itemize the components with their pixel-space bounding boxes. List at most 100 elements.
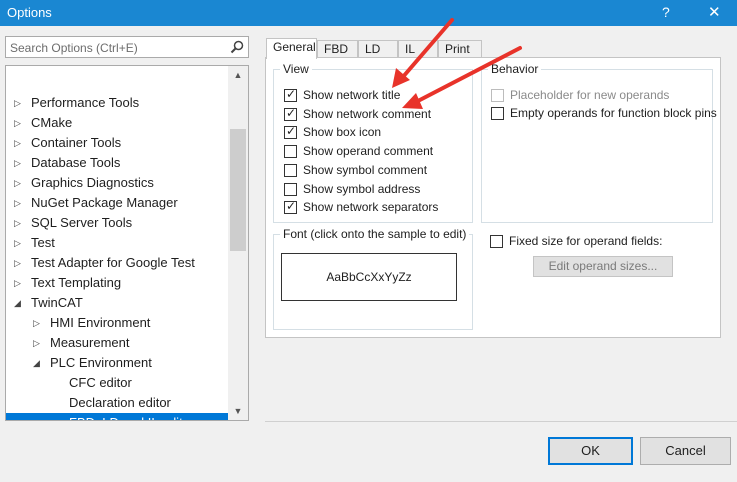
- tree-item[interactable]: ▷ Graphics Diagnostics: [6, 173, 228, 193]
- expand-arrow-icon[interactable]: ▷: [14, 273, 24, 293]
- option-label: Show symbol comment: [303, 162, 428, 177]
- ok-button[interactable]: OK: [548, 437, 633, 465]
- checkmark-icon: ✓: [286, 199, 297, 214]
- close-button[interactable]: ✕: [708, 3, 721, 21]
- search-box[interactable]: Search Options (Ctrl+E): [5, 36, 249, 58]
- cancel-button[interactable]: Cancel: [640, 437, 731, 465]
- tree-item[interactable]: ◢ TwinCAT: [6, 293, 228, 313]
- font-sample[interactable]: AaBbCcXxYyZz: [281, 253, 457, 301]
- expand-arrow-icon[interactable]: ▷: [14, 93, 24, 113]
- options-tree[interactable]: LibrariesFBD, LD and IL editorDeclaratio…: [5, 65, 249, 421]
- tree-item-label: TwinCAT: [31, 295, 83, 310]
- tree-scrollbar[interactable]: ▲ ▼: [228, 66, 248, 420]
- tab-ld[interactable]: LD: [358, 40, 398, 58]
- option-label: Show box icon: [303, 125, 382, 140]
- general-tab-panel: View ✓ Show network title ✓ Show network co…: [265, 57, 721, 338]
- tree-item-label: Measurement: [50, 335, 130, 350]
- tree-item[interactable]: ▷ SQL Server Tools: [6, 213, 228, 233]
- tree-item[interactable]: ▷ CMake: [6, 113, 228, 133]
- search-icon[interactable]: [230, 40, 244, 54]
- expand-arrow-icon[interactable]: ▷: [14, 193, 24, 213]
- expand-arrow-icon[interactable]: ▷: [14, 173, 24, 193]
- tree-item-label: SQL Server Tools: [31, 215, 133, 230]
- tree-item-label: Text Templating: [31, 275, 122, 290]
- tree-item-label: Graphics Diagnostics: [31, 175, 154, 190]
- option-label: Show network separators: [303, 200, 439, 215]
- tree-item[interactable]: ▷ Measurement: [6, 333, 228, 353]
- option-label: Show operand comment: [303, 144, 434, 159]
- behavior-group-legend: Behavior: [488, 62, 542, 76]
- behavior-group: Behavior Placeholder for new operands Emp…: [481, 62, 717, 223]
- expand-arrow-icon[interactable]: ▷: [14, 153, 24, 173]
- option-label: Show network title: [303, 88, 401, 102]
- tab-general[interactable]: General: [266, 38, 317, 59]
- option-label: Empty operands for function block pins: [510, 106, 717, 120]
- tree-item-label: Database Tools: [31, 155, 121, 170]
- footer-divider: [265, 421, 737, 422]
- tab-print[interactable]: Print: [438, 40, 482, 58]
- tree-item[interactable]: ◢ PLC Environment: [6, 353, 228, 373]
- tab-il[interactable]: IL: [398, 40, 438, 58]
- option-label: Show symbol address: [303, 181, 421, 196]
- tree-item[interactable]: ▷ HMI Environment: [6, 313, 228, 333]
- option-checkbox[interactable]: [284, 145, 297, 159]
- tree-item[interactable]: ▷ Database Tools: [6, 153, 228, 173]
- option-checkbox[interactable]: ✓: [284, 105, 297, 121]
- fixed-size-label: Fixed size for operand fields:: [509, 234, 663, 248]
- collapse-arrow-icon[interactable]: ◢: [14, 293, 24, 313]
- tree-item-label: Performance Tools: [31, 95, 140, 110]
- checkmark-icon: ✓: [286, 124, 297, 139]
- expand-arrow-icon[interactable]: ▷: [14, 133, 24, 153]
- tree-item[interactable]: Declaration editor: [6, 393, 228, 413]
- tree-item-label: FBD, LD and IL editor: [69, 413, 194, 420]
- option-label: Placeholder for new operands: [510, 88, 670, 102]
- option-checkbox[interactable]: [284, 182, 297, 196]
- option-label: Show network comment: [303, 106, 432, 121]
- tree-item-label: Test: [31, 235, 55, 250]
- tree-item-label: Container Tools: [31, 135, 122, 150]
- tree-item[interactable]: ▷ Test Adapter for Google Test: [6, 253, 228, 273]
- expand-arrow-icon[interactable]: ▷: [14, 253, 24, 273]
- fixed-size-checkbox[interactable]: [490, 235, 503, 248]
- checkmark-icon: ✓: [286, 105, 297, 120]
- tree-item[interactable]: ▷ NuGet Package Manager: [6, 193, 228, 213]
- search-placeholder[interactable]: Search Options (Ctrl+E): [10, 41, 138, 55]
- window-title: Options: [7, 5, 52, 20]
- option-checkbox: [491, 89, 504, 102]
- expand-arrow-icon[interactable]: ▷: [14, 233, 24, 253]
- option-checkbox[interactable]: ✓: [284, 199, 297, 215]
- tree-item[interactable]: ▷ Performance Tools: [6, 93, 228, 113]
- edit-operand-sizes-button[interactable]: Edit operand sizes...: [533, 256, 673, 277]
- expand-arrow-icon[interactable]: ▷: [33, 313, 43, 333]
- title-bar: Options ? ✕: [0, 0, 737, 26]
- expand-arrow-icon[interactable]: ▷: [14, 213, 24, 233]
- tree-item[interactable]: ▷ Text Templating: [6, 273, 228, 293]
- scroll-thumb[interactable]: [230, 129, 246, 251]
- tree-item-selected[interactable]: FBD, LD and IL editor: [6, 413, 228, 420]
- view-group-legend: View: [280, 62, 312, 76]
- tree-item-label: Declaration editor: [69, 395, 171, 410]
- tree-item-label: CFC editor: [69, 375, 132, 390]
- tree-item-label: Test Adapter for Google Test: [31, 255, 195, 270]
- collapse-arrow-icon[interactable]: ◢: [33, 353, 43, 373]
- option-checkbox[interactable]: [491, 107, 504, 120]
- font-group-legend: Font (click onto the sample to edit): [280, 227, 470, 241]
- option-checkbox[interactable]: ✓: [284, 124, 297, 140]
- view-group: View ✓ Show network title ✓ Show network co…: [273, 62, 473, 223]
- expand-arrow-icon[interactable]: ▷: [14, 113, 24, 133]
- option-checkbox[interactable]: [284, 163, 297, 177]
- checkmark-icon: ✓: [286, 87, 297, 101]
- tree-item[interactable]: ▷ Container Tools: [6, 133, 228, 153]
- expand-arrow-icon[interactable]: ▷: [33, 333, 43, 353]
- font-group: Font (click onto the sample to edit) AaB…: [273, 227, 473, 330]
- help-button[interactable]: ?: [662, 4, 670, 20]
- tree-item[interactable]: CFC editor: [6, 373, 228, 393]
- tree-item[interactable]: ▷ Test: [6, 233, 228, 253]
- tree-item-label: CMake: [31, 115, 73, 130]
- tab-fbd[interactable]: FBD: [317, 40, 358, 58]
- scroll-down-arrow-icon[interactable]: ▼: [228, 402, 248, 420]
- tree-item-label: HMI Environment: [50, 315, 151, 330]
- option-checkbox[interactable]: ✓: [284, 87, 297, 102]
- tree-item-label: NuGet Package Manager: [31, 195, 178, 210]
- scroll-up-arrow-icon[interactable]: ▲: [228, 66, 248, 84]
